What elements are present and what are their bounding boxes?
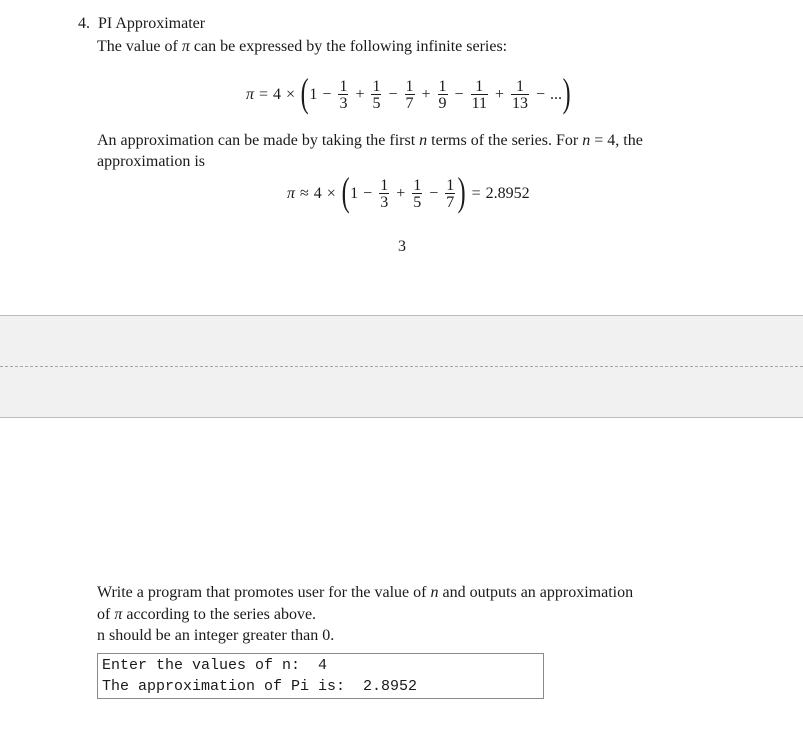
approx-sign: ≈ [300,185,309,202]
formula-lhs: π [246,86,255,103]
problem-heading: 4. PI Approximater [78,14,205,34]
term-sign: + [396,185,406,202]
approx-formula: π ≈ 4 × ( 1 −1 3 +1 5−1 7 ) = 2.8952 [287,169,530,215]
term-sign: − [363,185,373,202]
fraction-numerator: 1 [413,176,422,194]
term-sign: − [429,185,439,202]
page-number: 3 [398,238,406,255]
n-symbol: n [419,132,428,149]
fraction-term: 13 [379,176,390,211]
fraction-denominator: 3 [380,193,389,211]
right-paren: ) [562,70,571,115]
task-line3: n should be an integer greater than 0. [97,627,335,644]
fraction-term: 13 [338,77,349,112]
fraction-denominator: 5 [413,193,422,211]
approx-paragraph-line1: An approximation can be made by taking t… [97,131,643,151]
left-paren: ( [300,70,309,115]
fraction-term: 17 [445,176,456,211]
intro-text: The value of π can be expressed by the f… [97,37,507,57]
approx-terms: −1 3 +1 5−1 7 [358,176,457,211]
fraction-term: 17 [404,77,415,112]
page-break-dashed-line [0,366,803,367]
series-formula: π = 4 × ( 1 −1 3 +1 5−1 7 +1 9−1 11 +1 13 − ... ) [246,70,571,116]
task-line2: of π according to the series above. [97,605,316,625]
fraction-numerator: 1 [380,176,389,194]
fraction-denominator: 13 [512,94,528,112]
console-output-box: Enter the values of n: 4 The approximati… [97,653,544,699]
right-paren: ) [457,169,466,214]
term-sign: − [322,86,332,103]
term-sign: + [355,86,365,103]
approx-result: 2.8952 [485,185,530,202]
coefficient: 4 [313,185,322,202]
approx-paragraph-line2: approximation is [97,153,205,170]
task-line1: Write a program that promotes user for t… [97,583,633,603]
term-sign: − [388,86,398,103]
fraction-numerator: 1 [372,77,381,95]
task-text-c: of [97,606,115,623]
fraction-denominator: 7 [446,193,455,211]
fraction-numerator: 1 [446,176,455,194]
task-text-a: Write a program that promotes user for t… [97,584,431,601]
times-sign: × [326,185,336,202]
formula-lhs: π [287,185,296,202]
coefficient: 4 [273,86,282,103]
equals-sign: = [259,86,269,103]
intro-pre: The value of [97,38,182,55]
term-sign: + [494,86,504,103]
fraction-term: 15 [371,77,382,112]
fraction-term: 15 [412,176,423,211]
first-term: 1 [309,86,318,103]
first-term: 1 [350,185,359,202]
console-line-result: The approximation of Pi is: 2.8952 [102,678,418,695]
fraction-denominator: 5 [372,94,381,112]
intro-post: can be expressed by the following infini… [189,38,508,55]
pi-symbol: π [181,38,190,55]
fraction-numerator: 1 [339,77,348,95]
ellipsis: ... [550,86,563,103]
tail-sign: − [536,86,546,103]
fraction-term: 19 [437,77,448,112]
fraction-numerator: 1 [516,77,524,95]
fraction-denominator: 11 [471,94,487,112]
fraction-numerator: 1 [475,77,484,95]
fraction-numerator: 1 [405,77,414,95]
fraction-denominator: 9 [438,94,447,112]
term-sign: − [454,86,464,103]
approx-text-b: terms of the series. For [427,132,583,149]
fraction-numerator: 1 [438,77,447,95]
task-text-b: and outputs an approximation [438,584,634,601]
problem-number: 4. [78,15,90,32]
fraction-term: 1 13 [511,77,529,112]
fraction-denominator: 7 [405,94,414,112]
equals-sign: = [471,185,481,202]
approx-text-c: = 4, the [590,132,643,149]
task-text-d: according to the series above. [122,606,317,623]
times-sign: × [286,86,296,103]
series-terms: −1 3 +1 5−1 7 +1 9−1 11 +1 13 [317,77,531,112]
console-line-prompt: Enter the values of n: 4 [102,657,328,674]
approx-text-a: An approximation can be made by taking t… [97,132,420,149]
problem-title: PI Approximater [98,15,206,32]
page-break-separator [0,315,803,418]
fraction-term: 1 11 [470,77,488,112]
fraction-denominator: 3 [339,94,348,112]
left-paren: ( [341,169,350,214]
term-sign: + [421,86,431,103]
